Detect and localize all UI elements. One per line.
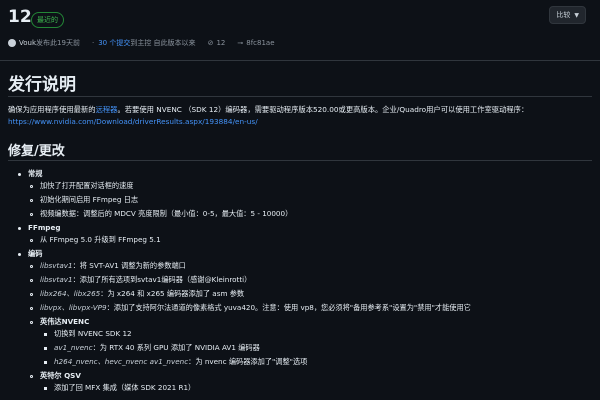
dot-separator: · [91,39,95,47]
item-text: 添加了回 MFX 集成（媒体 SDK 2021 R1） [54,383,196,392]
compare-label: 比较 [556,11,571,19]
commit-hash-link[interactable]: 8fc81ae [246,39,274,47]
item-text: 加快了打开配置对话框的速度 [40,181,134,190]
release-header: 12 最近的 比较 ▼ [0,0,600,38]
item-text: 初始化期间启用 FFmpeg 日志 [40,195,139,204]
release-notes-paragraph: 确保为应用程序使用最新的远程器。若要使用 NVENC （SDK 12）编码器，需… [8,104,592,128]
item-text: 切换到 NVENC SDK 12 [54,329,132,338]
code-name: libvpx、libvpx-VP9 [40,303,107,312]
latest-badge: 最近的 [31,12,64,28]
section-general: 常规 [28,169,43,178]
commit-icon: ⊸ [237,39,244,47]
list-item: libvpx、libvpx-VP9：添加了支持阿尔法通道的像素格式 yuva42… [30,302,471,314]
header-divider [0,60,600,61]
item-text: ：为 nvenc 编码器添加了"调整"选项 [188,357,308,366]
avatar[interactable] [8,39,16,47]
tag-icon: ⊘ [207,39,214,47]
item-text: ：为 RTX 40 系列 GPU 添加了 NVIDIA AV1 编码器 [92,343,260,352]
code-name: libx264、libx265 [40,289,101,298]
item-text: ：为 x264 和 x265 编码器添加了 asm 参数 [100,289,245,298]
list-item: 从 FFmpeg 5.0 升级到 FFmpeg 5.1 [30,234,161,246]
list-item: 加快了打开配置对话框的速度 [30,180,133,192]
driver-url-link[interactable]: https://www.nvidia.com/Download/driverRe… [8,117,258,126]
item-text: ：添加了支持阿尔法通道的像素格式 yuva420。注意：使用 vp8，您必须将"… [106,303,471,312]
list-item: 编码 [18,248,42,260]
fixes-rule [8,160,592,161]
commits-link[interactable]: 30 个提交 [98,38,130,48]
published-time: 发布此19天前 [36,39,80,47]
section-qsv: 英特尔 QSV [40,371,81,380]
bullet [30,306,33,310]
bullet [44,346,47,350]
list-item: libx264、libx265：为 x264 和 x265 编码器添加了 asm… [30,288,244,300]
bullet [30,212,33,216]
compare-button[interactable]: 比较 ▼ [549,6,586,24]
release-notes-title: 发行说明 [8,75,76,95]
bullet [18,252,21,256]
list-item: libsvtav1：添加了所有选项到svtav1编码器（感谢@Kleinrott… [30,274,251,286]
item-text: ：将 SVT-AV1 调整为新的参数端口 [72,261,186,270]
launcher-link[interactable]: 远程器 [96,105,118,114]
tag-link[interactable]: 12 [216,39,225,47]
list-item: 英特尔 QSV [30,370,81,382]
list-item: 初始化期间启用 FFmpeg 日志 [30,194,138,206]
list-item: h264_nvenc、hevc_nvenc av1_nvenc：为 nvenc … [44,356,307,368]
section-nvenc: 英伟达NVENC [40,317,90,326]
bullet [30,278,33,282]
code-name: h264_nvenc、hevc_nvenc av1_nvenc [54,357,189,366]
bullet [44,360,47,364]
title-rule [8,96,592,97]
commits-suffix: 到主控 自此版本以来 [130,39,196,47]
bullet [30,374,33,378]
bullet [30,184,33,188]
list-item: 视频编数据：调整后的 MDCV 亮度限制（最小值：0-5，最大值：5 - 100… [30,208,292,220]
fixes-title: 修复/更改 [8,144,65,159]
bullet [44,332,47,336]
item-text: ：添加了所有选项到svtav1编码器（感谢@Kleinrotti） [72,275,252,284]
bullet [30,320,33,324]
list-item: 常规 [18,168,42,180]
bullet [30,198,33,202]
list-item: 添加了回 MFX 集成（媒体 SDK 2021 R1） [44,382,195,394]
item-text: 从 FFmpeg 5.0 升级到 FFmpeg 5.1 [40,235,161,244]
bullet [44,386,47,390]
bullet [18,172,21,176]
code-name: libsvtav1 [40,275,73,284]
list-item: libsvtav1：将 SVT-AV1 调整为新的参数端口 [30,260,186,272]
author-link[interactable]: Vouk [19,39,36,47]
section-encoder: 编码 [28,249,43,258]
bullet [30,238,33,242]
section-ffmpeg: FFmpeg [28,223,61,232]
bullet [18,226,21,230]
list-item: av1_nvenc：为 RTX 40 系列 GPU 添加了 NVIDIA AV1… [44,342,260,354]
list-item: 英伟达NVENC [30,316,89,328]
bullet [30,292,33,296]
bullet [30,264,33,268]
chevron-down-icon: ▼ [574,12,579,19]
item-text: 视频编数据：调整后的 MDCV 亮度限制（最小值：0-5，最大值：5 - 100… [40,209,293,218]
list-item: 切换到 NVENC SDK 12 [44,328,132,340]
code-name: av1_nvenc [54,343,93,352]
release-meta: Vouk 发布此19天前 · 30 个提交 到主控 自此版本以来 ⊘ 12 ⊸ … [8,36,275,50]
release-tag: 12 [8,7,32,27]
list-item: FFmpeg [18,222,60,234]
para-text: 确保为应用程序使用最新的 [8,105,96,114]
para-text-rest: 。若要使用 NVENC （SDK 12）编码器，需要驱动程序版本520.00或更… [117,105,529,114]
code-name: libsvtav1 [40,261,73,270]
